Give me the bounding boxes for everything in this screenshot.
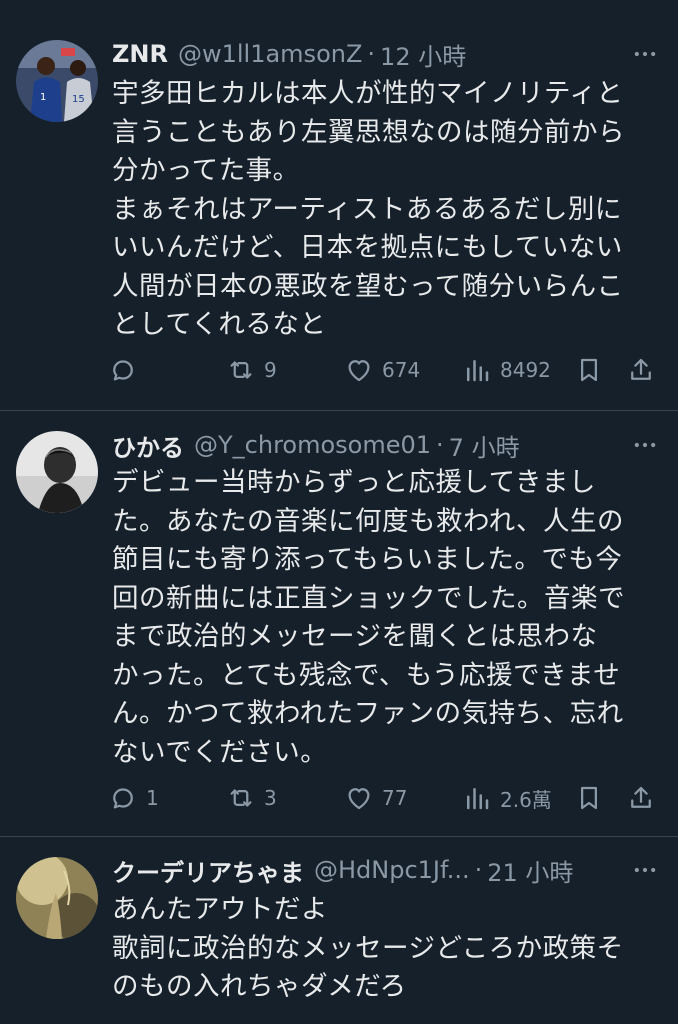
reply-icon <box>113 360 133 381</box>
bookmark-button[interactable] <box>574 778 604 818</box>
share-icon <box>631 358 651 380</box>
like-count: 674 <box>382 358 421 382</box>
tweet-text: 宇多田ヒカルは本人が性的マイノリティと 言うこともあり左翼思想なのは随分前から … <box>112 78 625 340</box>
like-button[interactable]: 674 <box>344 350 420 390</box>
tweet-header: ひかる @Y_chromosome01 · 7 小時 <box>112 425 618 465</box>
svg-text:15: 15 <box>72 94 85 105</box>
tweet[interactable]: 1 15 ZNR @w1ll1amsonZ · 12 小時 宇多田ヒカルは本人が… <box>0 0 678 410</box>
like-button[interactable]: 77 <box>344 778 407 818</box>
user-handle[interactable]: @Y_chromosome01 <box>194 431 431 459</box>
share-button[interactable] <box>626 778 656 818</box>
svg-text:1: 1 <box>40 92 46 103</box>
bookmark-icon <box>581 358 597 382</box>
display-name[interactable]: ひかる <box>112 428 184 463</box>
user-handle[interactable]: @HdNpc1Jf... <box>314 856 470 884</box>
reply-icon <box>113 788 133 809</box>
timestamp[interactable]: 21 小時 <box>487 853 573 888</box>
bookmark-button[interactable] <box>574 350 604 390</box>
timestamp[interactable]: 7 小時 <box>449 428 520 463</box>
tweet-text: あんたアウトだよ 歌詞に政治的なメッセージどころか政策そ のもの入れちゃダメだろ <box>112 894 624 1002</box>
separator-dot: · <box>474 856 483 884</box>
avatar[interactable]: 1 15 <box>16 40 98 122</box>
views-count: 8492 <box>500 358 551 382</box>
share-icon <box>631 786 651 808</box>
bookmark-icon <box>581 786 597 810</box>
retweet-count: 3 <box>264 786 277 810</box>
views-count: 2.6萬 <box>500 787 552 812</box>
views-button[interactable]: 2.6萬 <box>462 778 552 818</box>
separator-dot: · <box>436 431 444 459</box>
separator-dot: · <box>367 40 376 68</box>
more-icon[interactable] <box>628 428 662 462</box>
tweet[interactable]: クーデリアちゃま @HdNpc1Jf... · 21 小時 あんたアウトだよ 歌… <box>0 837 678 1024</box>
views-icon <box>467 360 489 382</box>
like-icon <box>348 788 370 810</box>
views-icon <box>467 788 489 810</box>
tweet-header: クーデリアちゃま @HdNpc1Jf... · 21 小時 <box>112 850 618 890</box>
retweet-count: 9 <box>264 358 277 382</box>
display-name[interactable]: クーデリアちゃま <box>112 853 304 888</box>
avatar[interactable] <box>16 857 98 939</box>
display-name[interactable]: ZNR <box>112 40 168 68</box>
reply-button[interactable]: 1 <box>108 778 159 818</box>
like-count: 77 <box>382 786 408 810</box>
tweet[interactable]: ひかる @Y_chromosome01 · 7 小時 デビュー当時からずっと応援… <box>0 411 678 836</box>
share-button[interactable] <box>626 350 656 390</box>
more-icon[interactable] <box>628 853 662 887</box>
retweet-button[interactable]: 3 <box>226 778 277 818</box>
tweet-header: ZNR @w1ll1amsonZ · 12 小時 <box>112 34 618 74</box>
timestamp[interactable]: 12 小時 <box>380 37 466 72</box>
tweet-text: デビュー当時からずっと応援してきまし た。あなたの音楽に何度も救われ、人生の 節… <box>112 467 625 768</box>
retweet-icon <box>230 361 252 379</box>
action-bar: 1 3 77 2.6萬 <box>108 778 668 818</box>
reply-button[interactable] <box>108 350 146 390</box>
reply-count: 1 <box>146 786 159 810</box>
retweet-icon <box>230 789 252 807</box>
timeline: 1 15 ZNR @w1ll1amsonZ · 12 小時 宇多田ヒカルは本人が… <box>0 0 678 1024</box>
retweet-button[interactable]: 9 <box>226 350 277 390</box>
like-icon <box>348 360 370 382</box>
action-bar: 9 674 8492 <box>108 350 668 390</box>
user-handle[interactable]: @w1ll1amsonZ <box>178 40 362 68</box>
more-icon[interactable] <box>628 37 662 71</box>
views-button[interactable]: 8492 <box>462 350 551 390</box>
avatar[interactable] <box>16 431 98 513</box>
